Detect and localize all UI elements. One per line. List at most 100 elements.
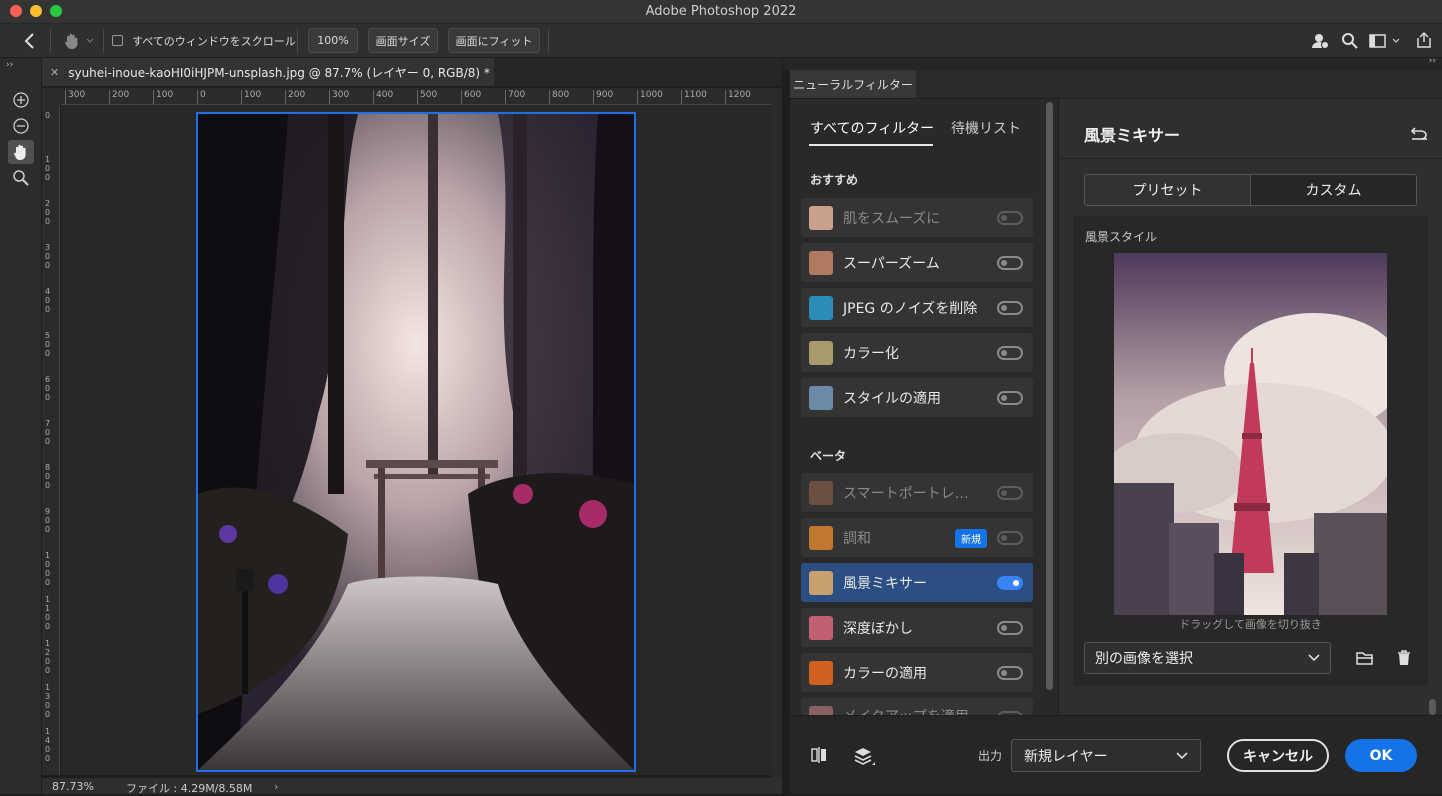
options-bar: すべてのウィンドウをスクロール 100% 画面サイズ 画面にフィット xyxy=(0,24,1442,58)
ruler-h-tick: 1200 xyxy=(725,90,751,104)
filter-row[interactable]: JPEG のノイズを削除 xyxy=(801,288,1033,327)
preset-segment[interactable]: プリセット xyxy=(1084,174,1251,206)
filter-toggle[interactable] xyxy=(997,666,1023,680)
fit-screen-button[interactable]: 画面サイズ xyxy=(368,28,438,53)
filter-thumbnail xyxy=(809,340,833,365)
filter-row[interactable]: スマートポートレ… xyxy=(801,473,1033,512)
filter-row[interactable]: 調和 新規 xyxy=(801,518,1033,557)
ruler-v-tick: 1100 xyxy=(45,595,51,631)
filter-thumbnail xyxy=(809,205,833,230)
ruler-v-tick: 400 xyxy=(45,287,51,314)
fill-screen-button[interactable]: 画面にフィット xyxy=(448,28,540,53)
landscape-reference-image[interactable] xyxy=(1114,253,1387,615)
ruler-h-tick: 200 xyxy=(285,90,305,104)
zoom-level[interactable]: 87.73% xyxy=(52,780,94,793)
detail-scrollbar[interactable] xyxy=(1429,699,1436,715)
ruler-v-tick: 100 xyxy=(45,155,51,182)
tab-waitlist[interactable]: 待機リスト xyxy=(951,118,1021,138)
ruler-v-tick: 800 xyxy=(45,463,51,490)
scroll-all-checkbox[interactable] xyxy=(112,35,123,46)
zoom-tool-icon[interactable] xyxy=(8,166,34,190)
filter-label: スマートポートレ… xyxy=(843,485,969,502)
ruler-h-tick: 500 xyxy=(417,90,437,104)
filter-row[interactable]: 風景ミキサー xyxy=(801,563,1033,602)
filter-label: スーパーズーム xyxy=(843,255,940,272)
filter-toggle[interactable] xyxy=(997,211,1023,225)
document-image[interactable] xyxy=(196,112,636,772)
filter-thumbnail xyxy=(809,706,833,715)
search-icon[interactable] xyxy=(1340,31,1360,51)
filter-toggle[interactable] xyxy=(997,621,1023,635)
tab-all-filters[interactable]: すべてのフィルター xyxy=(810,118,934,138)
filter-row[interactable]: カラー化 xyxy=(801,333,1033,372)
filter-label: 調和 xyxy=(843,530,871,547)
hand-tool-preset-icon[interactable] xyxy=(62,31,96,51)
filter-toggle[interactable] xyxy=(997,531,1023,545)
select-image-dropdown[interactable]: 別の画像を選択 xyxy=(1084,642,1331,674)
folder-icon[interactable] xyxy=(1355,649,1375,667)
ruler-v-tick: 200 xyxy=(45,199,51,226)
zoom-100-button[interactable]: 100% xyxy=(308,28,358,53)
filter-toggle[interactable] xyxy=(997,301,1023,315)
ruler-h-tick: 600 xyxy=(461,90,481,104)
output-dropdown[interactable]: 新規レイヤー xyxy=(1011,739,1201,772)
filter-row[interactable]: 肌をスムーズに xyxy=(801,198,1033,237)
filter-row[interactable]: メイクアップを適用 xyxy=(801,698,1033,715)
ruler-h-tick: 1000 xyxy=(637,90,663,104)
trash-icon[interactable] xyxy=(1395,649,1413,667)
drag-hint: ドラッグして画像を切り抜き xyxy=(1179,618,1322,631)
zoom-out-tool-icon[interactable] xyxy=(8,114,34,138)
filter-label: カラー化 xyxy=(843,345,899,362)
filter-toggle[interactable] xyxy=(997,256,1023,270)
share-icon[interactable] xyxy=(1414,30,1434,50)
hand-tool-icon[interactable] xyxy=(8,140,34,164)
panel-header-strip: ›› xyxy=(783,56,1442,70)
canvas-vertical-scrollbar[interactable] xyxy=(771,88,782,778)
show-layer-icon[interactable] xyxy=(854,746,876,768)
landscape-style-label: 風景スタイル xyxy=(1085,230,1158,244)
filter-row[interactable]: カラーの適用 xyxy=(801,653,1033,692)
close-document-icon[interactable]: ✕ xyxy=(50,66,59,79)
ruler-v-tick: 1400 xyxy=(45,727,51,763)
back-icon[interactable] xyxy=(20,30,40,52)
ruler-h-tick: 400 xyxy=(373,90,393,104)
filter-toggle[interactable] xyxy=(997,346,1023,360)
user-share-icon[interactable] xyxy=(1310,31,1330,51)
zoom-in-tool-icon[interactable] xyxy=(8,88,34,112)
filter-list-panel: すべてのフィルター 待機リスト おすすめ ベータ 肌をスムーズに スーパーズーム J… xyxy=(790,99,1058,715)
scroll-all-label: すべてのウィンドウをスクロール xyxy=(132,35,296,48)
custom-segment[interactable]: カスタム xyxy=(1250,174,1417,206)
workspace-icon[interactable] xyxy=(1368,31,1402,51)
filter-toggle[interactable] xyxy=(997,576,1023,590)
filter-thumbnail xyxy=(809,660,833,685)
filter-thumbnail xyxy=(809,480,833,505)
ruler-v-tick: 1200 xyxy=(45,639,51,675)
filter-row[interactable]: 深度ぼかし xyxy=(801,608,1033,647)
tools-panel: ›› xyxy=(0,58,42,794)
document-tab-bar: ✕ syuhei-inoue-kaoHI0iHJPM-unsplash.jpg … xyxy=(42,58,782,86)
filter-toggle[interactable] xyxy=(997,486,1023,500)
ruler-h-tick: 0 xyxy=(197,90,206,104)
new-badge: 新規 xyxy=(955,529,987,548)
ruler-h-tick: 100 xyxy=(241,90,261,104)
ruler-h-tick: 200 xyxy=(109,90,129,104)
filter-label: 深度ぼかし xyxy=(843,620,913,637)
cancel-button[interactable]: キャンセル xyxy=(1227,739,1329,772)
ruler-v-tick: 300 xyxy=(45,243,51,270)
ok-button[interactable]: OK xyxy=(1345,739,1417,772)
horizontal-ruler: 300 200 100 0 100 200 300 400 500 600 700 800 900 100… xyxy=(61,88,771,105)
status-menu-chevron-icon[interactable]: › xyxy=(274,780,278,793)
neural-filters-tab[interactable]: ニューラルフィルター xyxy=(790,70,916,98)
collapse-tools-icon[interactable]: ›› xyxy=(6,60,13,70)
active-tab-underline xyxy=(809,144,933,146)
reset-icon[interactable] xyxy=(1409,123,1431,141)
document-tab[interactable]: ✕ syuhei-inoue-kaoHI0iHJPM-unsplash.jpg … xyxy=(42,58,494,86)
filter-row[interactable]: スーパーズーム xyxy=(801,243,1033,282)
filter-row[interactable]: スタイルの適用 xyxy=(801,378,1033,417)
collapse-panel-icon[interactable]: ›› xyxy=(1429,56,1436,66)
ruler-corner xyxy=(42,88,61,105)
preview-toggle-icon[interactable] xyxy=(810,746,828,764)
filter-list-scrollbar[interactable] xyxy=(1046,102,1053,690)
ruler-v-tick: 600 xyxy=(45,375,51,402)
filter-toggle[interactable] xyxy=(997,391,1023,405)
